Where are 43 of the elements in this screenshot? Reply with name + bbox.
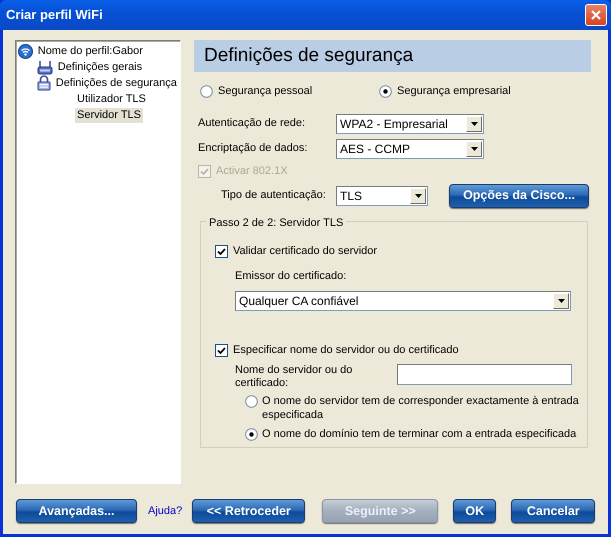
checkbox[interactable] <box>215 244 228 258</box>
padlock-icon <box>37 75 51 91</box>
radio-label: O nome do domínio tem de terminar com a entrada especificada <box>262 426 578 440</box>
dropdown[interactable]: AES - CCMP <box>336 138 484 158</box>
radio-label: Segurança empresarial <box>397 84 511 99</box>
tree-item[interactable]: Servidor TLS <box>75 108 143 122</box>
text-field[interactable] <box>397 364 572 384</box>
checkbox-label: Especificar nome do servidor ou do certificado <box>233 343 459 358</box>
dialog-button[interactable]: Avançadas... <box>16 499 137 523</box>
radio-button[interactable] <box>245 428 258 440</box>
router-icon <box>37 60 53 74</box>
radio-button[interactable] <box>245 394 258 408</box>
field-label: Emissor do certificado: <box>235 270 346 282</box>
field-label: Autenticação de rede: <box>198 116 306 132</box>
checkbox-label: Validar certificado do servidor <box>233 244 378 259</box>
checkbox[interactable] <box>215 344 228 357</box>
field-label: Nome do servidor ou do certificado: <box>235 364 354 390</box>
close-button[interactable] <box>585 4 607 26</box>
dialog-button: Seguinte >> <box>322 499 438 523</box>
wifi-icon <box>18 44 33 58</box>
dropdown[interactable]: WPA2 - Empresarial <box>336 114 484 134</box>
dialog-button[interactable]: OK <box>453 499 496 523</box>
tree-item[interactable]: Nome do perfil:Gabor <box>36 44 145 58</box>
radio-label: O nome do servidor tem de corresponder exactamente à entrada especificada <box>262 394 580 422</box>
window-title: Criar perfil WiFi <box>5 6 103 24</box>
dropdown[interactable]: Qualquer CA confiável <box>235 291 571 311</box>
dialog-button[interactable]: << Retroceder <box>192 499 306 523</box>
field-label: Tipo de autenticação: <box>221 188 327 204</box>
panel-title: Definições de segurança <box>194 40 591 72</box>
checkbox-label: Activar 802.1X <box>216 164 288 180</box>
tree-item[interactable]: Definições de segurança <box>54 76 179 90</box>
field-label: Encriptação de dados: <box>198 141 308 156</box>
radio-button[interactable] <box>379 84 392 98</box>
tree-item[interactable]: Definições gerais <box>56 60 144 74</box>
dropdown[interactable]: TLS <box>336 186 428 206</box>
tree-item[interactable]: Utilizador TLS <box>75 92 148 106</box>
close-icon <box>590 9 602 21</box>
radio-button[interactable] <box>200 84 213 98</box>
cisco-options-button[interactable]: Opções da Cisco... <box>449 184 589 208</box>
help-link[interactable]: Ajuda? <box>148 502 182 520</box>
group-title: Passo 2 de 2: Servidor TLS <box>206 216 346 230</box>
radio-label: Segurança pessoal <box>218 84 312 99</box>
dialog-button[interactable]: Cancelar <box>511 499 596 523</box>
